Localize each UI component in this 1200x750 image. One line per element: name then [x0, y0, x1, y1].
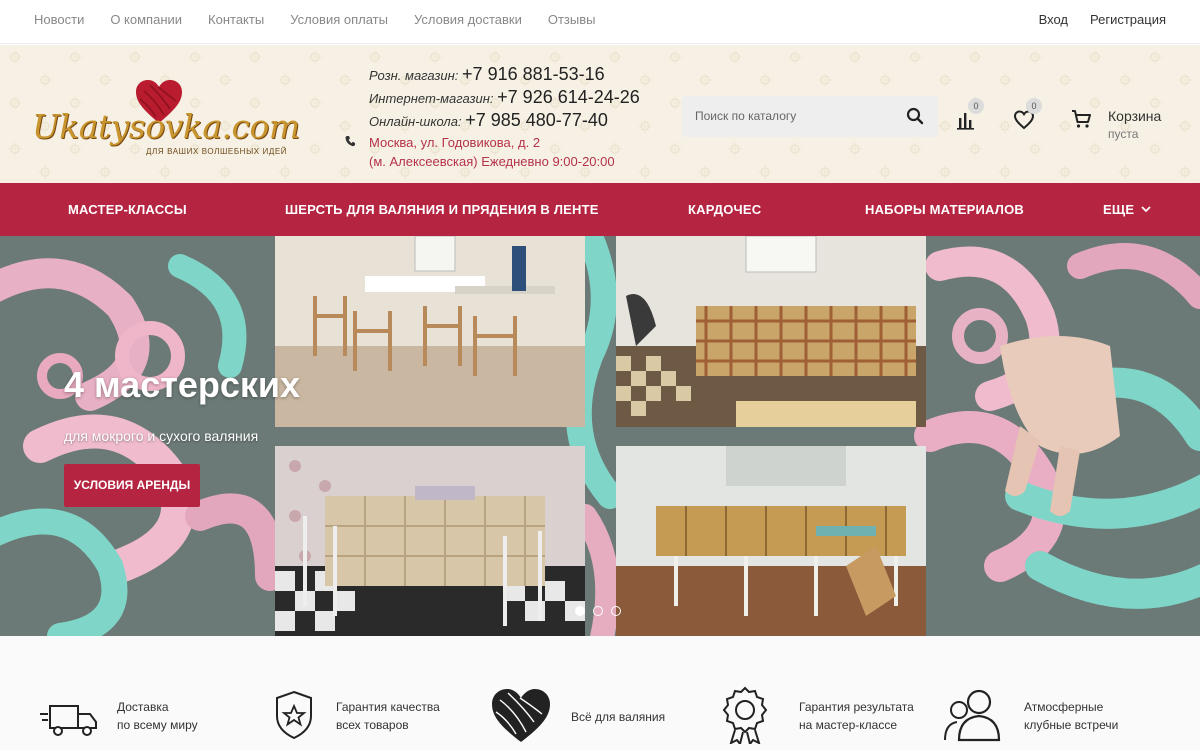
slider-dots [575, 606, 621, 616]
topnav-reviews[interactable]: Отзывы [548, 12, 596, 27]
nav-felting-wool[interactable]: ШЕРСТЬ ДЛЯ ВАЛЯНИЯ И ПРЯДЕНИЯ В ЛЕНТЕ [285, 202, 599, 217]
compare-count-badge: 0 [968, 98, 984, 114]
topnav-news[interactable]: Новости [34, 12, 84, 27]
people-icon [944, 689, 1001, 742]
truck-icon [40, 705, 97, 736]
nav-material-kits[interactable]: НАБОРЫ МАТЕРИАЛОВ [865, 202, 1024, 217]
site-logo[interactable]: Ukatysovka.com ДЛЯ ВАШИХ ВОЛШЕБНЫХ ИДЕЙ [30, 79, 300, 159]
logo-tagline: ДЛЯ ВАШИХ ВОЛШЕБНЫХ ИДЕЙ [146, 147, 288, 156]
logo-wordmark: Ukatysovka.com [32, 107, 300, 146]
chevron-down-icon[interactable] [1141, 205, 1151, 213]
cart-title[interactable]: Корзина [1108, 108, 1161, 124]
auth-links: Вход Регистрация [1039, 12, 1166, 27]
feature-result-line1: Гарантия результата [799, 700, 914, 714]
search-box[interactable]: Поиск по каталогу [682, 96, 938, 137]
workshop-photo-3 [275, 446, 585, 636]
online-phone-line[interactable]: Интернет-магазин: +7 926 614-24-26 [369, 87, 640, 110]
hero-slider: 4 мастерских для мокрого и сухого валяни… [0, 236, 1200, 636]
rental-terms-button[interactable]: УСЛОВИЯ АРЕНДЫ [64, 464, 200, 507]
nav-kardoches[interactable]: КАРДОЧЕС [688, 202, 761, 217]
favorites-count-badge: 0 [1026, 98, 1042, 114]
topnav-about[interactable]: О компании [110, 12, 182, 27]
shield-star-icon [276, 690, 312, 740]
workshop-photo-4 [616, 446, 926, 636]
search-input[interactable]: Поиск по каталогу [695, 109, 796, 123]
feature-quality-line1: Гарантия качества [336, 700, 440, 714]
online-phone[interactable]: +7 926 614-24-26 [497, 87, 640, 107]
feature-delivery-line2: по всему миру [117, 718, 198, 732]
slider-dot-2[interactable] [593, 606, 603, 616]
topnav-delivery[interactable]: Условия доставки [414, 12, 522, 27]
main-nav: МАСТЕР-КЛАССЫ ШЕРСТЬ ДЛЯ ВАЛЯНИЯ И ПРЯДЕ… [0, 183, 1200, 236]
workshop-photo-1 [275, 236, 585, 427]
hero-subtitle: для мокрого и сухого валяния [64, 428, 259, 444]
school-phone[interactable]: +7 985 480-77-40 [465, 110, 608, 130]
top-nav: Новости О компании Контакты Условия опла… [34, 12, 595, 27]
school-label: Онлайн-школа: [369, 114, 462, 129]
retail-label: Розн. магазин: [369, 68, 459, 83]
top-bar: Новости О компании Контакты Условия опла… [0, 0, 1200, 44]
hero-title: 4 мастерских [64, 364, 301, 405]
workshop-photo-2 [616, 236, 926, 427]
search-icon[interactable] [906, 107, 924, 125]
contact-block: Розн. магазин: +7 916 881-53-16 Интернет… [369, 64, 640, 173]
retail-phone-line[interactable]: Розн. магазин: +7 916 881-53-16 [369, 64, 640, 87]
slider-dot-1[interactable] [575, 606, 585, 616]
school-phone-line[interactable]: Онлайн-школа: +7 985 480-77-40 [369, 110, 640, 133]
feature-club-line2: клубные встречи [1024, 718, 1119, 732]
yarn-heart-icon [492, 689, 550, 742]
features-strip: Доставка по всему миру Гарантия качества… [0, 636, 1200, 750]
retail-phone[interactable]: +7 916 881-53-16 [462, 64, 605, 84]
cart-icon[interactable] [1071, 108, 1093, 130]
login-link[interactable]: Вход [1039, 12, 1068, 27]
store-address: Москва, ул. Годовикова, д. 2 [369, 135, 541, 150]
online-label: Интернет-магазин: [369, 91, 494, 106]
feature-felting-line1: Всё для валяния [571, 710, 666, 724]
nav-more[interactable]: ЕЩЕ [1103, 202, 1134, 217]
feature-quality-line2: всех товаров [336, 718, 409, 732]
medal-icon [722, 686, 768, 744]
feature-result-line2: на мастер-классе [799, 718, 897, 732]
slider-dot-3[interactable] [611, 606, 621, 616]
site-header: Ukatysovka.com ДЛЯ ВАШИХ ВОЛШЕБНЫХ ИДЕЙ … [0, 45, 1200, 183]
nav-master-classes[interactable]: МАСТЕР-КЛАССЫ [68, 202, 187, 217]
cart-status: пуста [1108, 127, 1139, 141]
topnav-payment[interactable]: Условия оплаты [290, 12, 388, 27]
topnav-contacts[interactable]: Контакты [208, 12, 264, 27]
feature-club-line1: Атмосферные [1024, 700, 1104, 714]
store-hours: (м. Алексеевская) Ежедневно 9:00-20:00 [369, 154, 615, 169]
phone-icon [345, 136, 355, 147]
feature-delivery-line1: Доставка [117, 700, 169, 714]
register-link[interactable]: Регистрация [1090, 12, 1166, 27]
